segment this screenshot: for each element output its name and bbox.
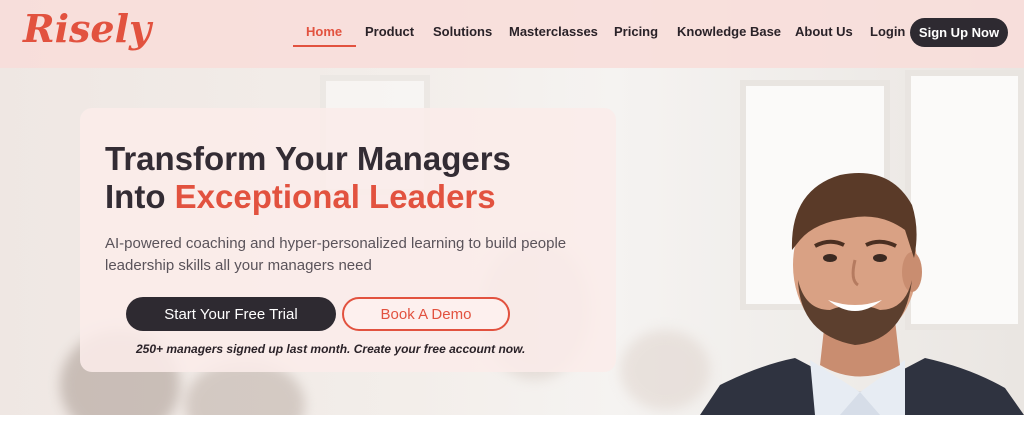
page-bottom xyxy=(0,415,1024,443)
nav-product[interactable]: Product xyxy=(365,24,414,39)
headline-prefix: Into xyxy=(105,178,175,215)
hero-subtext: AI-powered coaching and hyper-personaliz… xyxy=(105,235,567,274)
background-person-blur xyxy=(620,330,710,410)
sign-up-button[interactable]: Sign Up Now xyxy=(910,18,1008,47)
book-demo-button[interactable]: Book A Demo xyxy=(342,297,510,331)
risely-logo[interactable]: Risely xyxy=(23,6,151,51)
nav-masterclasses[interactable]: Masterclasses xyxy=(509,24,598,39)
top-navbar: Risely Home Product Solutions Masterclas… xyxy=(0,0,1024,68)
start-free-trial-button[interactable]: Start Your Free Trial xyxy=(126,297,336,331)
headline-line-1: Transform Your Managers xyxy=(105,140,511,177)
active-nav-indicator xyxy=(293,45,356,47)
nav-knowledge-base[interactable]: Knowledge Base xyxy=(677,24,781,39)
hero-person-image xyxy=(700,173,1024,415)
nav-solutions[interactable]: Solutions xyxy=(433,24,492,39)
nav-home[interactable]: Home xyxy=(306,24,342,39)
hero-headline: Transform Your Managers Into Exceptional… xyxy=(105,140,511,216)
nav-about-us[interactable]: About Us xyxy=(795,24,853,39)
headline-accent: Exceptional Leaders xyxy=(174,178,496,215)
nav-login[interactable]: Login xyxy=(870,24,905,39)
nav-pricing[interactable]: Pricing xyxy=(614,24,658,39)
signup-social-proof: 250+ managers signed up last month. Crea… xyxy=(136,342,526,356)
